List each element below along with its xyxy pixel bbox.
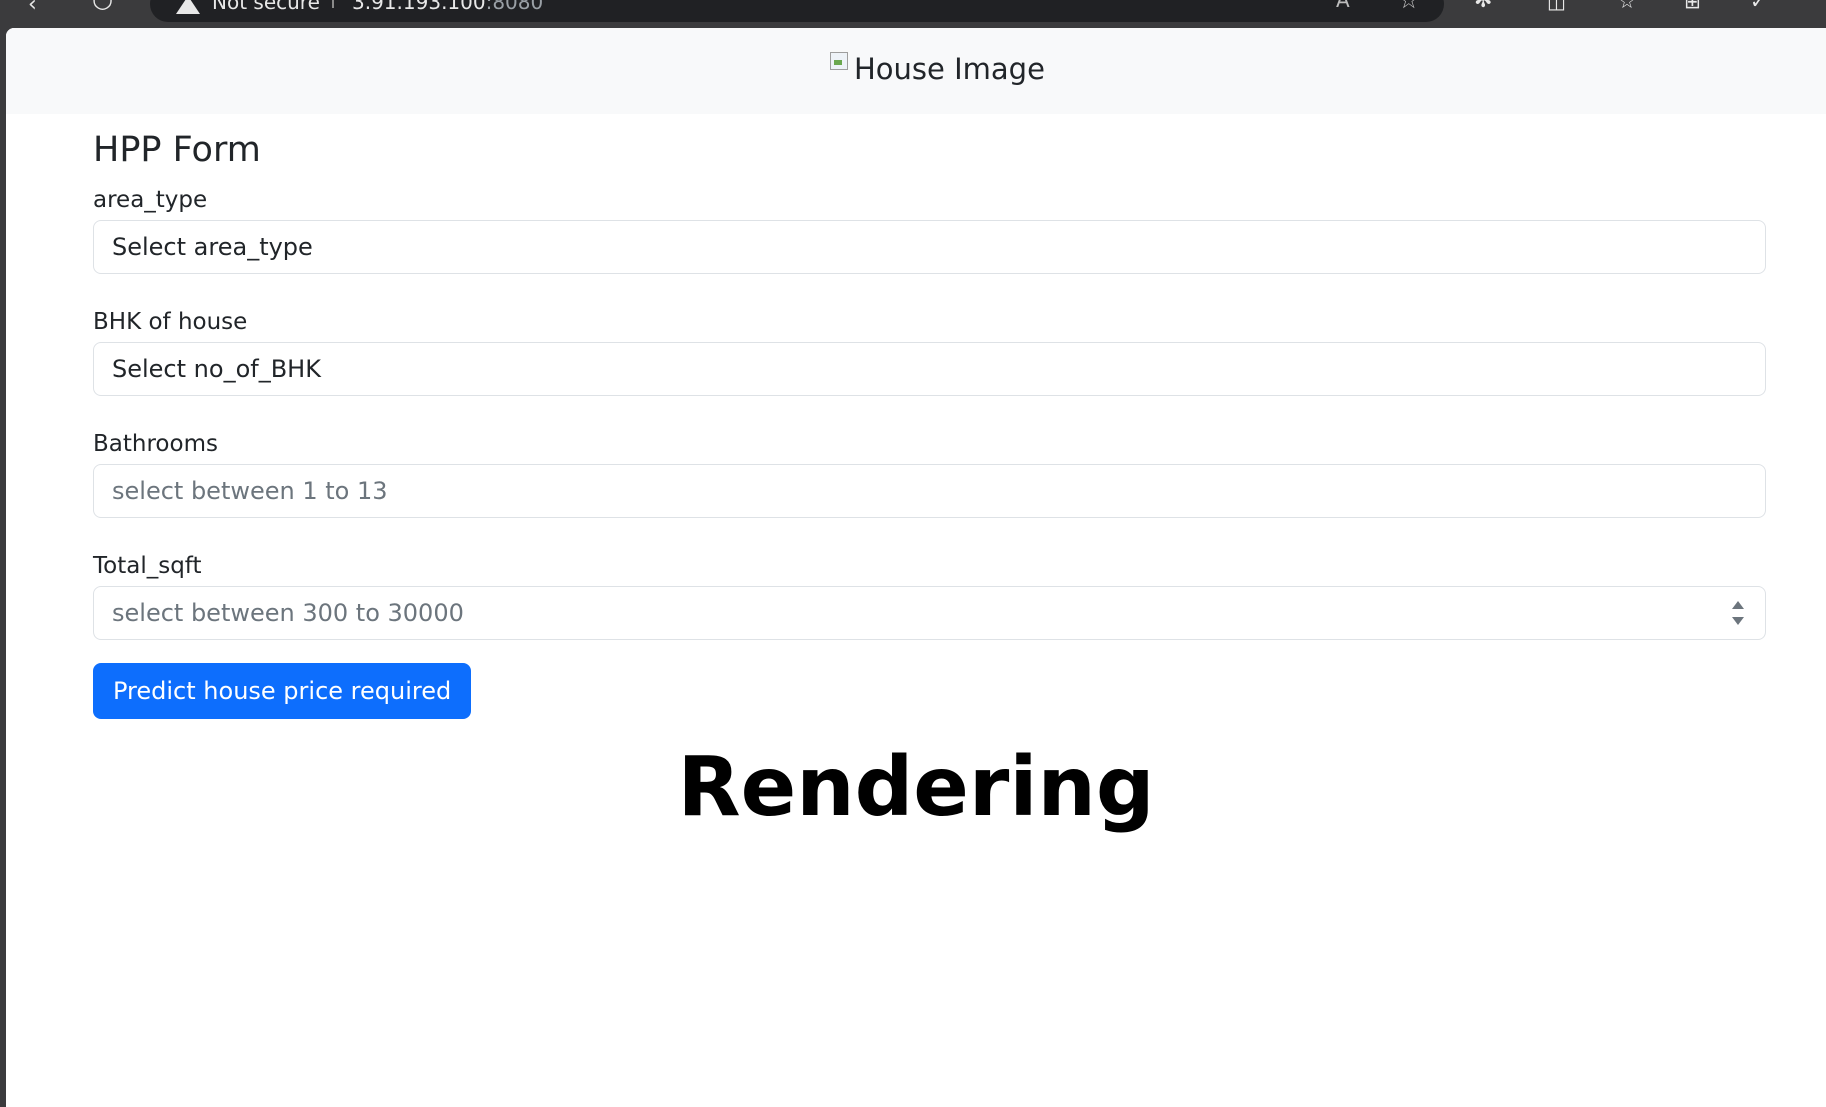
page-viewport: House Image HPP Form area_type Select ar… <box>6 28 1826 1107</box>
result-heading: Rendering <box>677 740 1155 835</box>
security-status: Not secure <box>212 0 320 14</box>
url-text: 3.91.193.100:8080 <box>352 0 544 14</box>
predict-button[interactable]: Predict house price required <box>93 663 472 719</box>
collections-icon[interactable]: ⊞ <box>1684 0 1701 11</box>
area-type-label: area_type <box>93 187 208 213</box>
area-type-selected-value: Select area_type <box>112 233 313 261</box>
bhk-selected-value: Select no_of_BHK <box>112 355 321 383</box>
bhk-label: BHK of house <box>93 309 248 335</box>
browser-essentials-icon[interactable]: ✓ <box>1750 0 1767 11</box>
favorites-icon[interactable]: ☆ <box>1618 0 1636 11</box>
browser-toolbar: ‹ ○ Not secure 3.91.193.100:8080 A ☆ ✻ ◫… <box>0 0 1826 28</box>
total-sqft-field: Total_sqft select between 300 to 30000 <box>93 550 1766 640</box>
warning-icon <box>176 0 200 14</box>
area-type-field: area_type Select area_type <box>93 184 1766 274</box>
back-icon[interactable]: ‹ <box>28 0 37 16</box>
navbar: House Image <box>6 28 1826 114</box>
split-screen-icon[interactable]: ◫ <box>1547 0 1566 11</box>
bathrooms-placeholder: select between 1 to 13 <box>112 477 388 505</box>
refresh-icon[interactable]: ○ <box>92 0 113 11</box>
total-sqft-input[interactable]: select between 300 to 30000 <box>93 586 1766 640</box>
address-separator <box>332 0 334 8</box>
form-title: HPP Form <box>93 130 261 170</box>
house-image: House Image <box>830 50 1045 90</box>
bathrooms-input[interactable]: select between 1 to 13 <box>93 464 1766 518</box>
number-spinner[interactable] <box>1731 599 1745 629</box>
house-image-alt-text: House Image <box>854 52 1045 86</box>
bhk-field: BHK of house Select no_of_BHK <box>93 306 1766 396</box>
broken-image-icon <box>830 52 848 70</box>
total-sqft-label: Total_sqft <box>93 553 202 579</box>
area-type-select[interactable]: Select area_type <box>93 220 1766 274</box>
address-bar[interactable]: Not secure 3.91.193.100:8080 A ☆ <box>150 0 1444 22</box>
extensions-icon[interactable]: ✻ <box>1474 0 1492 12</box>
form-container: HPP Form area_type Select area_type BHK … <box>93 126 1766 719</box>
bathrooms-field: Bathrooms select between 1 to 13 <box>93 428 1766 518</box>
total-sqft-placeholder: select between 300 to 30000 <box>112 599 464 627</box>
favorite-star-icon[interactable]: ☆ <box>1398 0 1420 14</box>
read-aloud-icon[interactable]: A <box>1336 0 1350 12</box>
spinner-down-icon[interactable] <box>1732 617 1744 625</box>
bhk-select[interactable]: Select no_of_BHK <box>93 342 1766 396</box>
bathrooms-label: Bathrooms <box>93 431 218 457</box>
spinner-up-icon[interactable] <box>1732 601 1744 609</box>
